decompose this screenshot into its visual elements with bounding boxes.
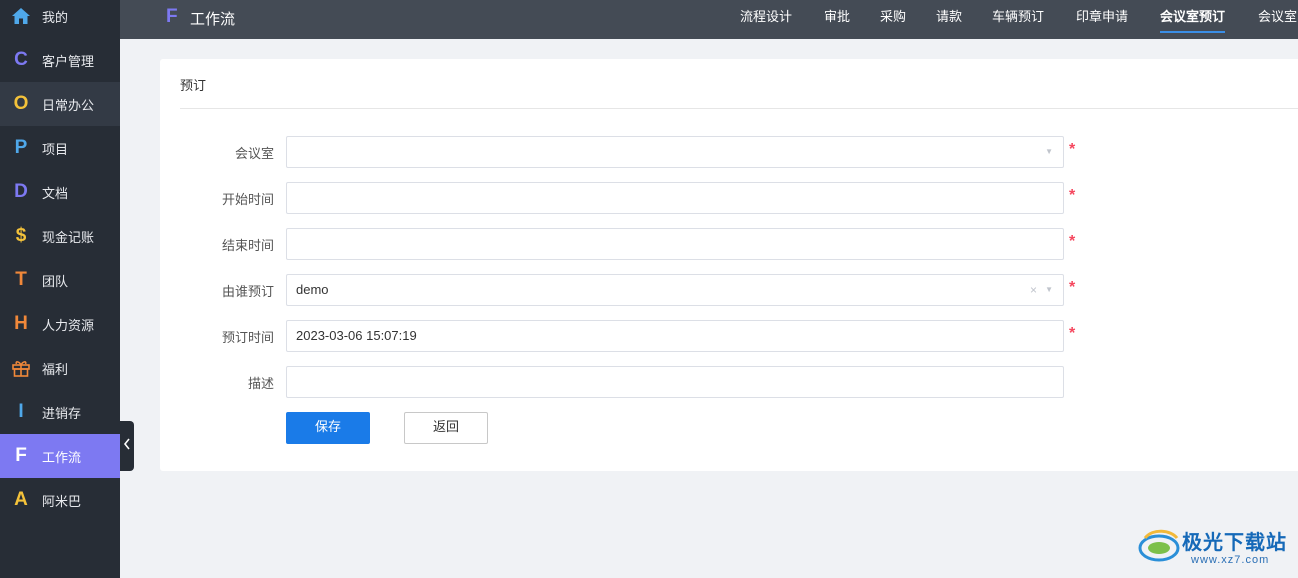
- tab-approval[interactable]: 审批: [824, 0, 850, 39]
- tab-vehicle-booking[interactable]: 车辆预订: [992, 0, 1044, 39]
- tab-meeting-room[interactable]: 会议室: [1258, 0, 1297, 39]
- tab-process-design[interactable]: 流程设计: [740, 0, 792, 39]
- sidebar-item-label: 工作流: [42, 450, 82, 466]
- sidebar-item-label: 团队: [42, 274, 69, 290]
- sidebar-item-docs[interactable]: D 文档: [0, 170, 120, 214]
- room-select[interactable]: ▼: [286, 136, 1064, 168]
- card-title: 预订: [180, 79, 207, 94]
- sidebar-item-office[interactable]: O 日常办公: [0, 82, 120, 126]
- dollar-icon: $: [15, 225, 27, 246]
- sidebar-item-label: 我的: [42, 10, 69, 26]
- booker-select[interactable]: demo × ▼: [286, 274, 1064, 306]
- start-time-label: 开始时间: [221, 193, 274, 208]
- description-label: 描述: [247, 377, 274, 392]
- sidebar: 我的 C 客户管理 O 日常办公 P 项目 D 文档 $ 现金记账 T 团队 H…: [0, 0, 120, 578]
- required-marker: *: [1069, 279, 1076, 296]
- sidebar-item-team[interactable]: T 团队: [0, 258, 120, 302]
- required-marker: *: [1069, 325, 1076, 342]
- chevron-down-icon: ▼: [1045, 147, 1053, 156]
- tab-payment-request[interactable]: 请款: [936, 0, 962, 39]
- start-time-input[interactable]: [286, 182, 1064, 214]
- letter-t-icon: T: [15, 269, 27, 290]
- booker-label: 由谁预订: [221, 285, 274, 300]
- tab-purchase[interactable]: 采购: [880, 0, 906, 39]
- sidebar-item-projects[interactable]: P 项目: [0, 126, 120, 170]
- sidebar-item-label: 进销存: [42, 406, 82, 422]
- letter-d-icon: D: [14, 181, 28, 202]
- save-button[interactable]: 保存: [286, 412, 370, 444]
- end-time-input[interactable]: [286, 228, 1064, 260]
- chevron-left-icon: [123, 437, 131, 455]
- sidebar-item-hr[interactable]: H 人力资源: [0, 302, 120, 346]
- booked-at-label: 预订时间: [221, 331, 274, 346]
- back-button[interactable]: 返回: [404, 412, 488, 444]
- home-icon: [0, 7, 42, 25]
- booked-at-input[interactable]: 2023-03-06 15:07:19: [286, 320, 1064, 352]
- watermark-logo-icon: [1137, 524, 1181, 573]
- sidebar-item-inventory[interactable]: I 进销存: [0, 390, 120, 434]
- watermark-text: 极光下载站: [1182, 530, 1287, 554]
- sidebar-item-label: 文档: [42, 186, 69, 202]
- sidebar-item-cash[interactable]: $ 现金记账: [0, 214, 120, 258]
- sidebar-item-label: 客户管理: [42, 54, 95, 70]
- letter-i-icon: I: [18, 401, 24, 422]
- required-marker: *: [1069, 141, 1076, 158]
- letter-f-icon: F: [15, 445, 27, 466]
- top-navbar: F 工作流 流程设计 审批 采购 请款 车辆预订 印章申请 会议室预订 会议室: [120, 0, 1298, 39]
- watermark-url: www.xz7.com: [1191, 554, 1270, 566]
- letter-a-icon: A: [14, 489, 28, 510]
- gift-icon: [0, 359, 42, 377]
- letter-o-icon: O: [13, 93, 29, 114]
- sidebar-item-customers[interactable]: C 客户管理: [0, 38, 120, 82]
- tab-meeting-room-booking[interactable]: 会议室预订: [1160, 0, 1226, 39]
- sidebar-item-workflow[interactable]: F 工作流: [0, 434, 120, 478]
- letter-c-icon: C: [14, 49, 28, 70]
- sidebar-item-label: 福利: [42, 362, 69, 378]
- sidebar-collapse-button[interactable]: [120, 421, 134, 471]
- sidebar-item-amoeba[interactable]: A 阿米巴: [0, 478, 120, 522]
- end-time-label: 结束时间: [221, 239, 274, 254]
- required-marker: *: [1069, 233, 1076, 250]
- app-logo-icon: F: [166, 6, 178, 27]
- sidebar-item-label: 现金记账: [42, 230, 95, 246]
- description-input[interactable]: [286, 366, 1064, 398]
- sidebar-item-mine[interactable]: 我的: [0, 0, 120, 38]
- tab-seal-request[interactable]: 印章申请: [1076, 0, 1128, 39]
- booker-select-value: demo: [296, 282, 329, 297]
- room-label: 会议室: [234, 147, 274, 162]
- sidebar-item-label: 项目: [42, 142, 69, 158]
- sidebar-item-welfare[interactable]: 福利: [0, 346, 120, 390]
- watermark: 极光下载站 www.xz7.com: [1135, 522, 1295, 570]
- letter-p-icon: P: [14, 137, 28, 158]
- letter-h-icon: H: [14, 313, 28, 334]
- sidebar-item-label: 人力资源: [42, 318, 95, 334]
- chevron-down-icon: ▼: [1045, 285, 1053, 294]
- sidebar-item-label: 阿米巴: [42, 494, 82, 510]
- booking-form-card: 预订 会议室 ▼ * 开始时间 * 结束时间 * 由谁预订 demo × ▼ *…: [160, 59, 1298, 471]
- required-marker: *: [1069, 187, 1076, 204]
- app-title: 工作流: [190, 10, 236, 28]
- clear-icon[interactable]: ×: [1030, 275, 1037, 305]
- divider: [180, 108, 1298, 109]
- sidebar-item-label: 日常办公: [42, 98, 95, 114]
